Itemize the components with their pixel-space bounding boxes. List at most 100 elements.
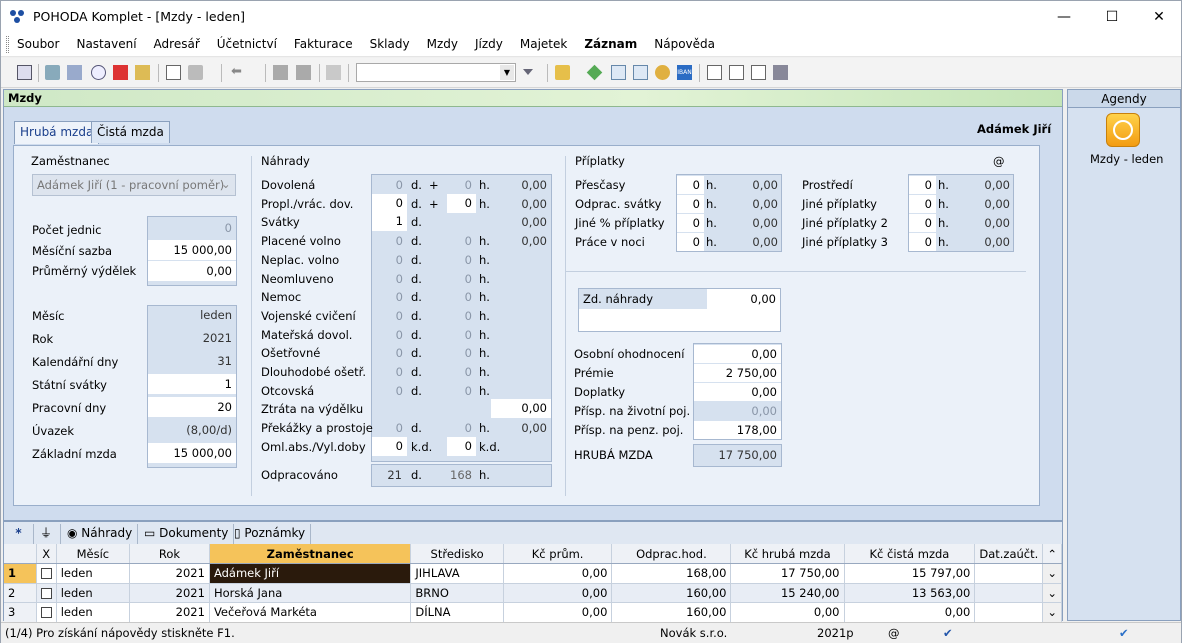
other-field[interactable]: 0,00 bbox=[694, 383, 781, 401]
menu-mzdy[interactable]: Mzdy bbox=[427, 37, 458, 51]
tab-poznamky[interactable]: ▯ Poznámky bbox=[229, 524, 312, 544]
print-icon[interactable] bbox=[45, 65, 60, 80]
row-checkbox[interactable] bbox=[36, 583, 57, 603]
tab-dokumenty[interactable]: ▭ Dokumenty bbox=[139, 524, 235, 544]
nahrada-hours[interactable]: 0 bbox=[447, 436, 476, 456]
zakladni-mzda-field[interactable]: 15 000,00 bbox=[148, 443, 236, 463]
menu-napoveda[interactable]: Nápověda bbox=[654, 37, 715, 51]
menu-majetek[interactable]: Majetek bbox=[520, 37, 567, 51]
other-field[interactable]: 0,00 bbox=[694, 345, 781, 363]
iban-icon[interactable]: IBAN bbox=[677, 65, 692, 80]
employee-select[interactable]: Adámek Jiří (1 - pracovní poměr) ⌄ bbox=[32, 174, 236, 196]
col-kc-hruba[interactable]: Kč hrubá mzda bbox=[730, 544, 845, 564]
scroll-down-icon[interactable]: ⌄ bbox=[1042, 602, 1062, 623]
tab-hruba-mzda[interactable]: Hrubá mzda bbox=[14, 121, 100, 144]
col-x[interactable]: X bbox=[36, 544, 57, 564]
zoom-icon[interactable] bbox=[91, 65, 106, 80]
table-row[interactable]: 2 leden 2021 Horská Jana BRNO 0,00 160,00 15 24… bbox=[4, 583, 1062, 603]
status-email-at[interactable]: @ bbox=[888, 626, 900, 640]
table-row[interactable]: 1 leden 2021 Adámek Jiří JIHLAVA 0,00 168,00 17… bbox=[4, 563, 1062, 584]
filter-icon[interactable] bbox=[523, 69, 533, 75]
nahrada-days[interactable]: 0 bbox=[372, 436, 407, 456]
col-dat-zauct[interactable]: Dat.zaúčt. bbox=[974, 544, 1044, 564]
maximize-button[interactable]: ☐ bbox=[1089, 1, 1135, 32]
col-kc-cista[interactable]: Kč čistá mzda bbox=[844, 544, 976, 564]
priplatek-hours[interactable]: 0 bbox=[909, 214, 936, 232]
chevron-down-icon[interactable]: ▼ bbox=[500, 65, 514, 80]
search-combo[interactable]: ▼ bbox=[356, 63, 516, 82]
menu-ucetnictvi[interactable]: Účetnictví bbox=[217, 37, 277, 51]
menu-sklady[interactable]: Sklady bbox=[370, 37, 410, 51]
close-button[interactable]: ✕ bbox=[1136, 1, 1182, 32]
agenda-item-label[interactable]: Mzdy - leden bbox=[1090, 152, 1163, 166]
folder-icon[interactable] bbox=[555, 65, 570, 80]
nahrada-days[interactable]: 0 bbox=[372, 193, 407, 213]
filter-tab-icon[interactable]: ⏚ bbox=[35, 524, 61, 544]
document-icon[interactable] bbox=[751, 65, 766, 80]
menu-adresar[interactable]: Adresář bbox=[154, 37, 200, 51]
calendar-icon[interactable] bbox=[633, 65, 648, 80]
row-checkbox[interactable] bbox=[36, 563, 57, 584]
table-row[interactable]: 3 leden 2021 Večeřová Markéta DÍLNA 0,00 160,0… bbox=[4, 602, 1062, 623]
col-kc-prum[interactable]: Kč prům. bbox=[503, 544, 613, 564]
message-icon[interactable] bbox=[707, 65, 722, 80]
checkbox-icon[interactable] bbox=[40, 587, 52, 599]
tab-cista-mzda[interactable]: Čistá mzda bbox=[91, 121, 170, 143]
copy-icon[interactable] bbox=[326, 65, 341, 80]
prumerny-vydelek-field[interactable]: 0,00 bbox=[148, 261, 236, 281]
back-arrow-icon[interactable]: ⬅ bbox=[231, 65, 246, 80]
col-rok[interactable]: Rok bbox=[129, 544, 210, 564]
minimize-button[interactable]: — bbox=[1041, 1, 1087, 32]
menu-fakturace[interactable]: Fakturace bbox=[294, 37, 353, 51]
priplatek-hours[interactable]: 0 bbox=[909, 233, 936, 251]
menu-zaznam[interactable]: Záznam bbox=[584, 37, 637, 51]
money-icon[interactable] bbox=[586, 64, 603, 81]
exit-icon[interactable] bbox=[17, 65, 32, 80]
toolbar-separator bbox=[547, 64, 548, 82]
email-at-icon[interactable]: @ bbox=[993, 154, 1005, 168]
col-zamestnanec[interactable]: Zaměstnanec bbox=[209, 544, 412, 564]
scroll-down-icon[interactable]: ⌄ bbox=[1042, 583, 1062, 603]
list-icon[interactable] bbox=[729, 65, 744, 80]
priplatek-hours[interactable]: 0 bbox=[677, 176, 704, 194]
save-icon[interactable] bbox=[273, 65, 288, 80]
menu-jizdy[interactable]: Jízdy bbox=[475, 37, 503, 51]
calculator-icon[interactable] bbox=[611, 65, 626, 80]
checkbox-icon[interactable] bbox=[40, 607, 52, 619]
nahrada-amount[interactable]: 0,00 bbox=[491, 399, 551, 419]
pracovni-dny-field[interactable]: 20 bbox=[148, 397, 236, 417]
other-field[interactable]: 178,00 bbox=[694, 421, 781, 439]
menu-soubor[interactable]: Soubor bbox=[17, 37, 59, 51]
mzdy-agenda-icon[interactable] bbox=[1106, 113, 1140, 147]
pdf-icon[interactable] bbox=[113, 65, 128, 80]
priplatek-hours[interactable]: 0 bbox=[677, 214, 704, 232]
row-checkbox[interactable] bbox=[36, 602, 57, 623]
col-odprac-hod[interactable]: Odprac.hod. bbox=[611, 544, 732, 564]
save-all-icon[interactable] bbox=[296, 65, 311, 80]
tab-nahrady[interactable]: ◉ Náhrady bbox=[62, 524, 139, 544]
nahrada-days[interactable]: 1 bbox=[372, 212, 407, 232]
mesicni-sazba-field[interactable]: 15 000,00 bbox=[148, 240, 236, 260]
other-field[interactable]: 2 750,00 bbox=[694, 364, 781, 382]
tab-all-records[interactable]: * bbox=[4, 524, 34, 544]
col-mesic[interactable]: Měsíc bbox=[56, 544, 131, 564]
nahrada-hours[interactable]: 0 bbox=[447, 193, 476, 213]
scroll-down-icon[interactable]: ⌄ bbox=[1042, 563, 1062, 584]
priplatek-hours[interactable]: 0 bbox=[677, 195, 704, 213]
priplatek-hours[interactable]: 0 bbox=[909, 195, 936, 213]
new-record-icon[interactable] bbox=[166, 65, 181, 80]
employee-select-value: Adámek Jiří (1 - pracovní poměr) bbox=[37, 178, 225, 192]
edit-icon[interactable] bbox=[188, 65, 203, 80]
priplatek-hours[interactable]: 0 bbox=[677, 233, 704, 251]
col-stredisko[interactable]: Středisko bbox=[410, 544, 504, 564]
zd-nahrady-field[interactable]: 0,00 bbox=[707, 289, 780, 309]
tools-icon[interactable] bbox=[773, 65, 788, 80]
print-preview-icon[interactable] bbox=[67, 65, 82, 80]
checkbox-icon[interactable] bbox=[40, 568, 52, 580]
statni-svatky-field[interactable]: 1 bbox=[148, 374, 236, 394]
priplatek-hours[interactable]: 0 bbox=[909, 176, 936, 194]
coins-icon[interactable] bbox=[655, 65, 670, 80]
export-icon[interactable] bbox=[135, 65, 150, 80]
menu-nastaveni[interactable]: Nastavení bbox=[76, 37, 136, 51]
scroll-up-icon[interactable]: ⌃ bbox=[1042, 544, 1062, 564]
